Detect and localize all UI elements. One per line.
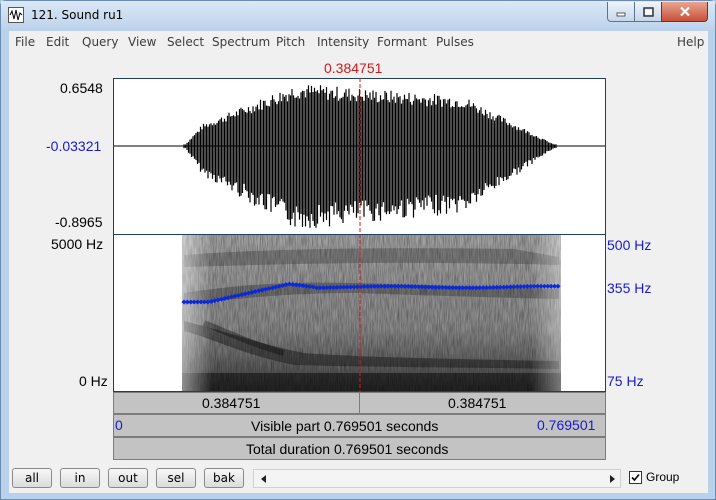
spectrogram-top-label: 5000 Hz xyxy=(51,236,104,252)
menu-bar: File Edit Query View Select Spectrum Pit… xyxy=(9,31,708,52)
cursor-line xyxy=(359,78,361,392)
menu-help[interactable]: Help xyxy=(677,35,704,49)
scroll-right-icon xyxy=(609,474,615,483)
waveform-min-label: -0.8965 xyxy=(55,214,103,230)
pitch-top-label: 500 Hz xyxy=(607,237,652,253)
selection-right-bar[interactable]: 0.384751 xyxy=(359,392,606,414)
waveform-max-label: 0.6548 xyxy=(60,80,103,96)
group-checkbox[interactable] xyxy=(629,471,642,484)
bottom-toolbar: all in out sel bak Group xyxy=(9,463,708,493)
window-title: 121. Sound ru1 xyxy=(31,8,124,22)
title-bar[interactable]: 121. Sound ru1 xyxy=(1,1,715,29)
menu-intensity[interactable]: Intensity xyxy=(317,35,369,49)
visible-start-label: 0 xyxy=(115,417,123,433)
zoom-back-button[interactable]: bak xyxy=(204,468,244,488)
zoom-in-button[interactable]: in xyxy=(60,468,100,488)
minimize-button[interactable] xyxy=(607,2,635,22)
selection-left-label: 0.384751 xyxy=(202,395,261,411)
total-duration-label: Total duration 0.769501 seconds xyxy=(246,441,449,457)
menu-formant[interactable]: Formant xyxy=(377,35,427,49)
menu-spectrum[interactable]: Spectrum xyxy=(212,35,270,49)
visible-part-bar[interactable]: Visible part 0.769501 seconds xyxy=(113,414,606,437)
visible-end-label: 0.769501 xyxy=(537,417,596,433)
menu-query[interactable]: Query xyxy=(82,35,118,49)
zoom-all-button[interactable]: all xyxy=(12,468,52,488)
maximize-icon xyxy=(642,6,654,17)
group-label: Group xyxy=(646,470,680,484)
zoom-out-button[interactable]: out xyxy=(108,468,148,488)
visible-part-label: Visible part 0.769501 seconds xyxy=(251,418,439,434)
waveform-signal xyxy=(183,85,557,228)
editor-area: File Edit Query View Select Spectrum Pit… xyxy=(9,31,708,493)
menu-file[interactable]: File xyxy=(15,35,35,49)
minimize-icon xyxy=(616,12,626,16)
selection-left-bar[interactable]: 0.384751 xyxy=(113,392,360,414)
menu-select[interactable]: Select xyxy=(167,35,204,49)
pitch-bottom-label: 75 Hz xyxy=(607,373,644,389)
menu-pulses[interactable]: Pulses xyxy=(436,35,474,49)
pitch-mid-label: 355 Hz xyxy=(607,280,652,296)
scroll-left-arrow[interactable] xyxy=(255,470,272,487)
scroll-right-arrow[interactable] xyxy=(603,470,620,487)
window: 121. Sound ru1 File Edit Query View Sele… xyxy=(0,0,716,500)
waveform-mid-label: -0.03321 xyxy=(46,138,102,154)
horizontal-scrollbar[interactable] xyxy=(253,469,621,488)
selection-right-label: 0.384751 xyxy=(448,395,507,411)
app-icon xyxy=(8,7,24,23)
scroll-left-icon xyxy=(260,474,266,483)
menu-view[interactable]: View xyxy=(128,35,156,49)
checkmark-icon xyxy=(631,473,640,482)
maximize-button[interactable] xyxy=(634,2,662,22)
total-duration-bar[interactable]: Total duration 0.769501 seconds xyxy=(113,437,606,460)
menu-edit[interactable]: Edit xyxy=(46,35,69,49)
menu-pitch[interactable]: Pitch xyxy=(276,35,305,49)
close-button[interactable] xyxy=(661,2,708,22)
zoom-selection-button[interactable]: sel xyxy=(156,468,196,488)
cursor-time-label: 0.384751 xyxy=(324,60,383,76)
close-icon xyxy=(679,6,690,17)
spectrogram-bottom-label: 0 Hz xyxy=(79,373,108,389)
